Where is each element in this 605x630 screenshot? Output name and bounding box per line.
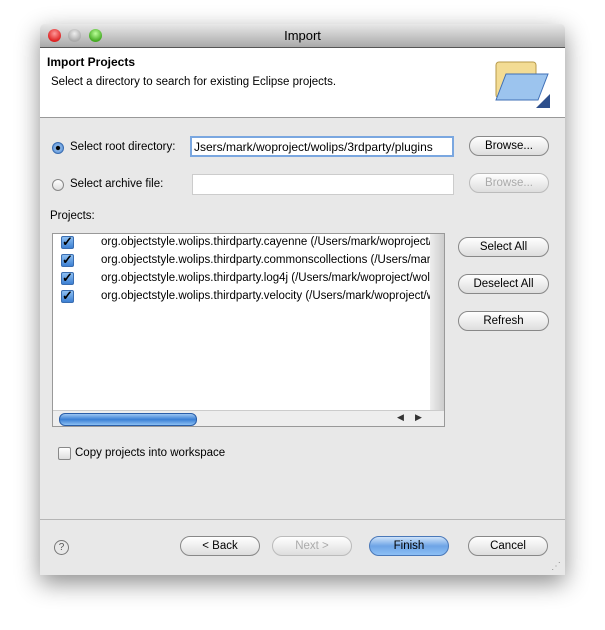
import-dialog: Import Import Projects Select a director… (40, 24, 565, 575)
next-button: Next > (272, 536, 352, 556)
vertical-scrollbar[interactable] (430, 234, 444, 410)
checkbox-checked[interactable]: ✓ (61, 271, 74, 285)
title-bar: Import (40, 24, 565, 48)
open-folder-icon (495, 61, 550, 108)
wizard-header: Import Projects Select a directory to se… (40, 48, 565, 118)
resize-grip-icon[interactable]: ⋰ (551, 561, 561, 572)
root-directory-input[interactable]: Jsers/mark/woproject/wolips/3rdparty/plu… (190, 136, 454, 157)
back-button[interactable]: < Back (180, 536, 260, 556)
deselect-all-button[interactable]: Deselect All (458, 274, 549, 294)
select-all-button[interactable]: Select All (458, 237, 549, 257)
copy-projects-checkbox[interactable] (58, 447, 71, 460)
page-title: Import Projects (47, 55, 136, 69)
scrollbar-thumb[interactable] (59, 413, 197, 426)
copy-projects-label: Copy projects into workspace (75, 447, 226, 459)
archive-file-radio[interactable] (52, 179, 64, 191)
cancel-button[interactable]: Cancel (468, 536, 548, 556)
root-directory-label: Select root directory: (70, 141, 176, 153)
archive-file-label: Select archive file: (70, 178, 164, 190)
zoom-button[interactable] (89, 29, 102, 42)
list-item[interactable]: ✓ org.objectstyle.wolips.thirdparty.log4j… (53, 270, 431, 288)
close-button[interactable] (48, 29, 61, 42)
finish-button[interactable]: Finish (369, 536, 449, 556)
minimize-button[interactable] (68, 29, 81, 42)
help-icon[interactable]: ? (54, 540, 69, 555)
browse-root-button[interactable]: Browse... (469, 136, 549, 156)
checkbox-checked[interactable]: ✓ (61, 235, 74, 249)
projects-label: Projects: (50, 210, 95, 222)
projects-list: ✓ org.objectstyle.wolips.thirdparty.cayen… (52, 233, 445, 427)
root-directory-radio[interactable] (52, 142, 64, 154)
list-item[interactable]: ✓ org.objectstyle.wolips.thirdparty.cayen… (53, 234, 431, 252)
scroll-right-arrow-icon[interactable]: ▶ (415, 412, 422, 423)
footer-divider (40, 519, 565, 520)
refresh-button[interactable]: Refresh (458, 311, 549, 331)
archive-file-input[interactable] (192, 174, 454, 195)
scroll-left-arrow-icon[interactable]: ◀ (397, 412, 404, 423)
list-item[interactable]: ✓ org.objectstyle.wolips.thirdparty.veloc… (53, 288, 431, 306)
browse-archive-button: Browse... (469, 173, 549, 193)
checkbox-checked[interactable]: ✓ (61, 253, 74, 267)
list-item[interactable]: ✓ org.objectstyle.wolips.thirdparty.commo… (53, 252, 431, 270)
horizontal-scrollbar[interactable]: ◀ ▶ (53, 410, 444, 426)
page-description: Select a directory to search for existin… (51, 76, 337, 88)
window-title: Import (284, 28, 321, 43)
checkbox-checked[interactable]: ✓ (61, 289, 74, 303)
